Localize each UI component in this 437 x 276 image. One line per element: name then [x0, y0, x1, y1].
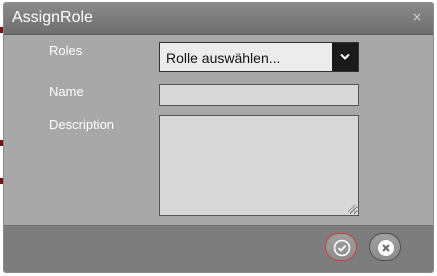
assign-role-dialog: AssignRole × Roles Rolle auswählen... Na…	[3, 2, 434, 273]
roles-label: Roles	[49, 43, 83, 58]
close-icon[interactable]: ×	[412, 11, 422, 23]
chevron-down-icon	[340, 53, 350, 60]
dialog-title: AssignRole	[12, 9, 93, 26]
cancel-button[interactable]	[369, 233, 401, 261]
name-input[interactable]	[159, 84, 359, 106]
roles-selected-value: Rolle auswählen...	[166, 50, 281, 66]
description-label: Description	[49, 117, 115, 132]
name-label: Name	[49, 84, 84, 99]
resize-grip-icon[interactable]	[345, 202, 356, 213]
roles-select[interactable]: Rolle auswählen...	[159, 42, 359, 72]
confirm-button[interactable]	[325, 233, 357, 261]
x-circle-icon	[378, 240, 394, 256]
description-textarea[interactable]	[159, 115, 359, 216]
dialog-footer	[4, 225, 433, 272]
check-circle-icon	[333, 239, 351, 257]
dropdown-button[interactable]	[332, 43, 358, 71]
dialog-titlebar: AssignRole ×	[4, 3, 433, 35]
